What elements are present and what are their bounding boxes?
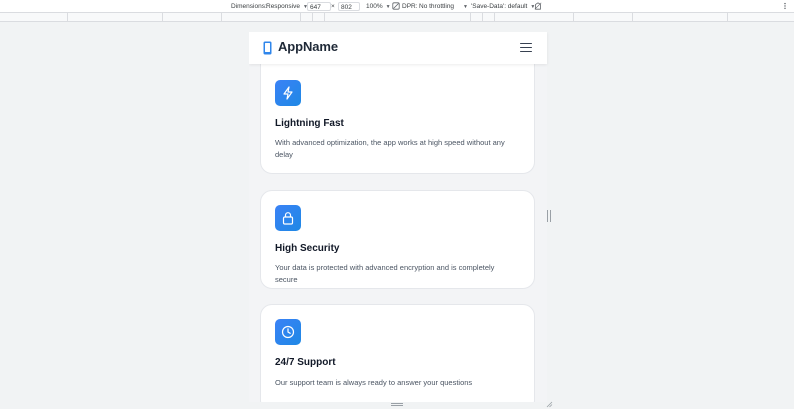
feature-title: High Security (275, 243, 340, 254)
ruler-tick (221, 13, 222, 22)
feature-title: 24/7 Support (275, 357, 336, 368)
device-toolbar: Dimensions: Responsive ▼ 647 × 802 100% ▼ … (0, 0, 794, 13)
feature-card: Lightning Fast With advanced optimizatio… (260, 52, 535, 174)
feature-card: High Security Your data is protected wit… (260, 190, 535, 289)
feature-icon-badge (275, 205, 301, 231)
lock-icon (282, 212, 294, 225)
resize-corner-icon[interactable] (546, 401, 553, 408)
clock-icon (281, 325, 295, 339)
app-title: AppName (278, 39, 338, 54)
media-query-ruler[interactable] (0, 13, 794, 22)
app-header: AppName (249, 32, 547, 64)
ruler-tick (470, 13, 471, 22)
dpr-icon (392, 2, 400, 10)
phone-icon (263, 41, 272, 55)
ruler-tick (573, 13, 574, 22)
device-select[interactable]: Responsive ▼ (266, 2, 308, 11)
feature-description: Your data is protected with advanced enc… (275, 263, 495, 284)
width-input[interactable]: 647 (307, 2, 331, 11)
throttling-select[interactable]: No throttling ▼ (419, 2, 468, 11)
save-data-select[interactable]: 'Save-Data': default ▼ (471, 2, 535, 11)
chevron-down-icon: ▼ (463, 4, 468, 10)
zoom-select[interactable]: 100% ▼ (366, 2, 391, 11)
feature-icon-badge (275, 80, 301, 106)
hamburger-menu-icon[interactable] (520, 43, 532, 53)
ruler-tick (162, 13, 163, 22)
lightning-icon (283, 86, 293, 100)
device-select-value: Responsive (266, 3, 300, 10)
dimensions-label: Dimensions: (231, 3, 267, 10)
more-options-icon[interactable] (781, 2, 789, 10)
height-input[interactable]: 802 (338, 2, 360, 11)
ruler-tick (312, 13, 313, 22)
emulated-viewport: AppName Lightning Fast With advanced opt… (249, 32, 555, 402)
rotate-icon[interactable] (534, 2, 542, 10)
resize-handle-bottom[interactable] (391, 403, 403, 406)
feature-description: With advanced optimization, the app work… (275, 138, 505, 159)
ruler-tick (67, 13, 68, 22)
feature-description: Our support team is always ready to answ… (275, 378, 473, 387)
throttling-value: No throttling (419, 3, 455, 10)
ruler-tick (494, 13, 495, 22)
ruler-tick (632, 13, 633, 22)
ruler-tick (324, 13, 325, 22)
ruler-tick (727, 13, 728, 22)
feature-icon-badge (275, 319, 301, 345)
zoom-value: 100% (366, 3, 383, 10)
chevron-down-icon: ▼ (385, 4, 391, 10)
save-data-value: 'Save-Data': default (471, 3, 528, 10)
feature-title: Lightning Fast (275, 118, 344, 129)
dpr-label: DPR: (402, 3, 418, 10)
ruler-tick (482, 13, 483, 22)
times-icon: × (331, 3, 335, 10)
resize-handle-right[interactable] (547, 210, 551, 222)
feature-card: 24/7 Support Our support team is always … (260, 304, 535, 402)
ruler-tick (300, 13, 301, 22)
